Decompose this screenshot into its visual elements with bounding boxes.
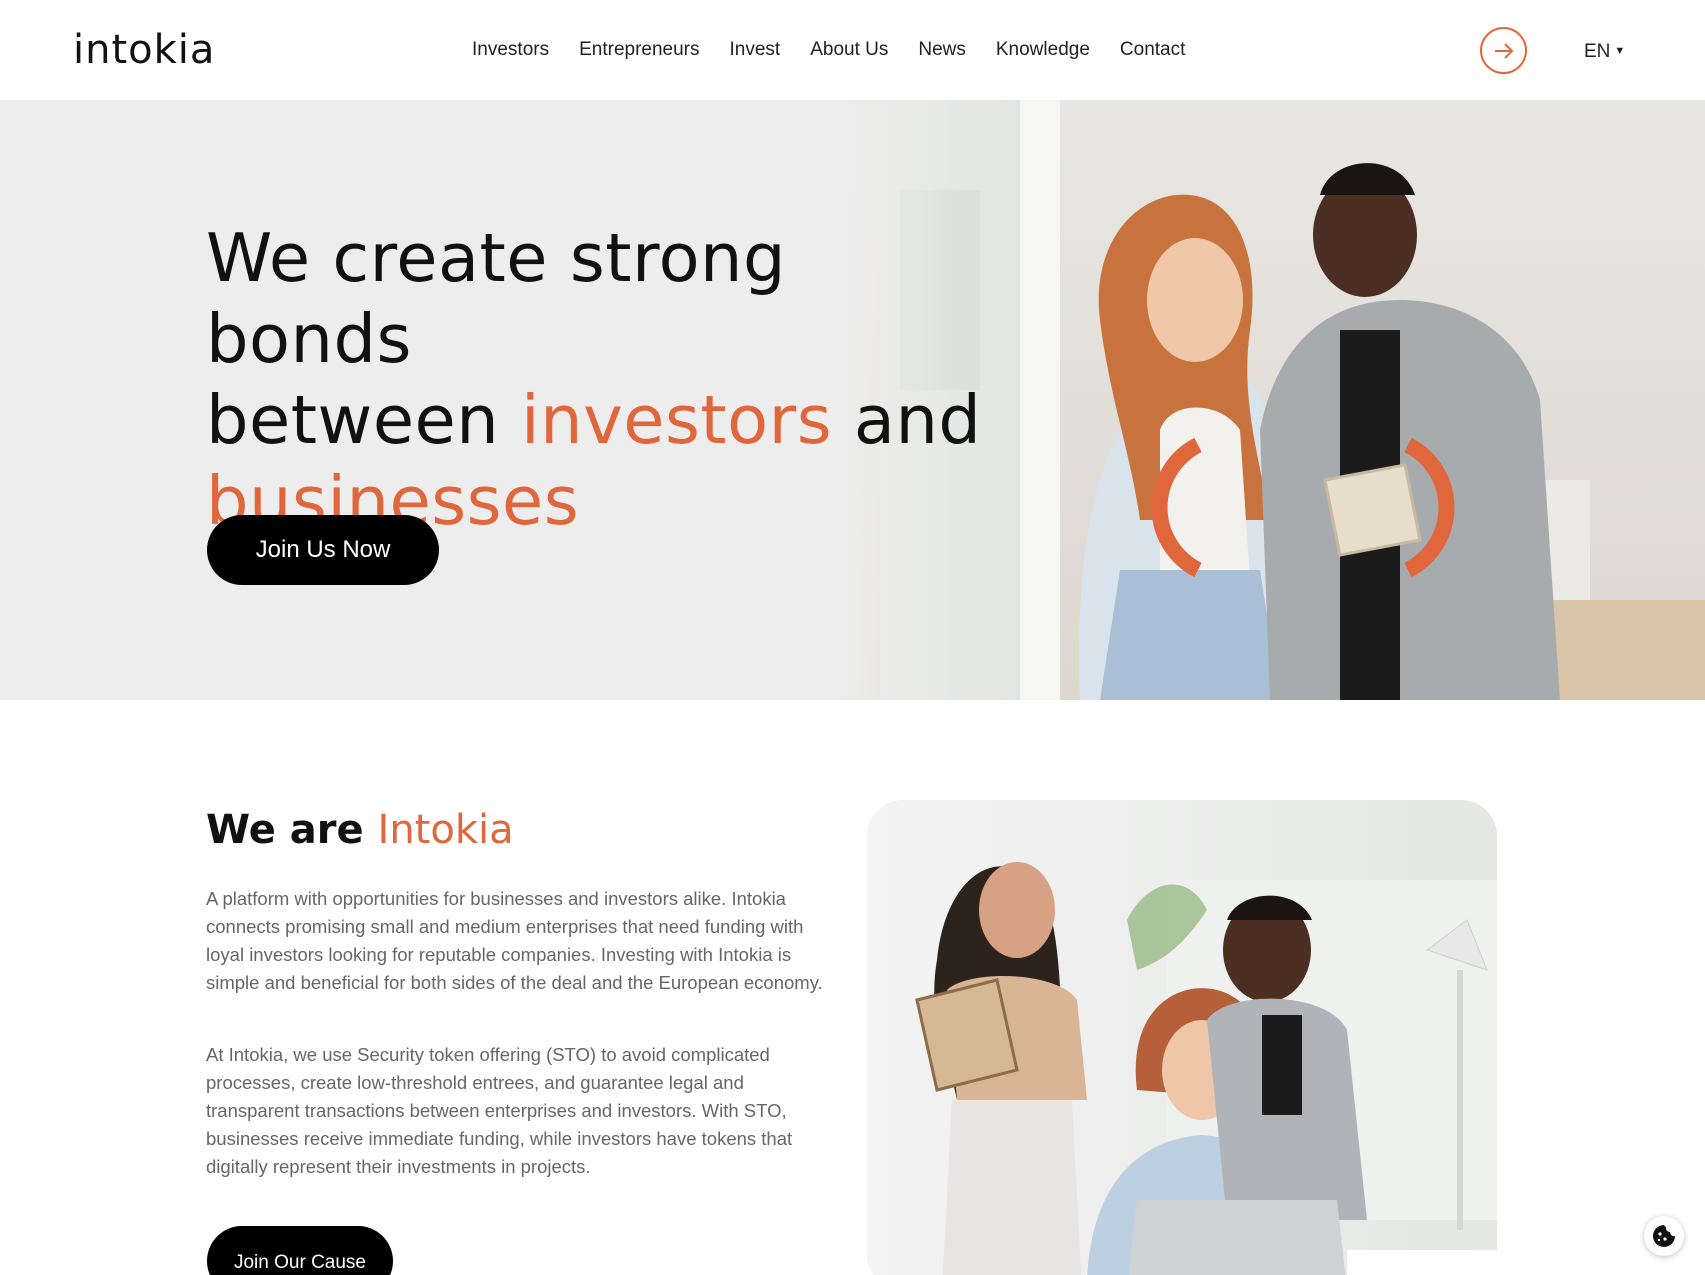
nav-knowledge[interactable]: Knowledge <box>996 38 1090 62</box>
arrow-right-icon <box>1494 42 1513 59</box>
hero-title-line2b: and <box>832 381 982 459</box>
nav-contact[interactable]: Contact <box>1120 38 1185 62</box>
nav-entrepreneurs[interactable]: Entrepreneurs <box>579 38 699 62</box>
nav-invest[interactable]: Invest <box>730 38 781 62</box>
hero-title-line2a: between <box>206 381 522 459</box>
login-button[interactable] <box>1480 27 1527 74</box>
logo[interactable]: intokia <box>73 28 215 72</box>
language-selector[interactable]: EN ▼ <box>1584 40 1625 63</box>
nav-news[interactable]: News <box>918 38 966 62</box>
language-label: EN <box>1584 41 1611 62</box>
nav-about-us[interactable]: About Us <box>810 38 888 62</box>
cookie-settings-button[interactable] <box>1644 1216 1684 1256</box>
hero-title-investors: investors <box>521 381 833 459</box>
site-header: intokia Investors Entrepreneurs Invest A… <box>0 0 1705 100</box>
join-our-cause-button[interactable]: Join Our Cause <box>207 1226 393 1275</box>
about-paragraph-2: At Intokia, we use Security token offeri… <box>206 1044 793 1177</box>
about-title: We are Intokia <box>206 806 514 854</box>
main-nav: Investors Entrepreneurs Invest About Us … <box>472 38 1215 62</box>
team-photo <box>867 800 1497 1275</box>
hero-title: We create strong bonds between investors… <box>206 218 1006 542</box>
nav-investors[interactable]: Investors <box>472 38 549 62</box>
about-title-brand: Intokia <box>377 807 514 853</box>
hero-title-line1: We create strong bonds <box>206 219 787 378</box>
caret-down-icon: ▼ <box>1614 45 1626 57</box>
about-title-prefix: We are <box>206 807 378 853</box>
hero-section: We create strong bonds between investors… <box>0 100 1705 700</box>
cookie-icon <box>1653 1225 1675 1247</box>
team-illustration <box>867 800 1497 1275</box>
join-us-now-button[interactable]: Join Us Now <box>207 515 439 585</box>
about-paragraph-1: A platform with opportunities for busine… <box>206 888 823 993</box>
